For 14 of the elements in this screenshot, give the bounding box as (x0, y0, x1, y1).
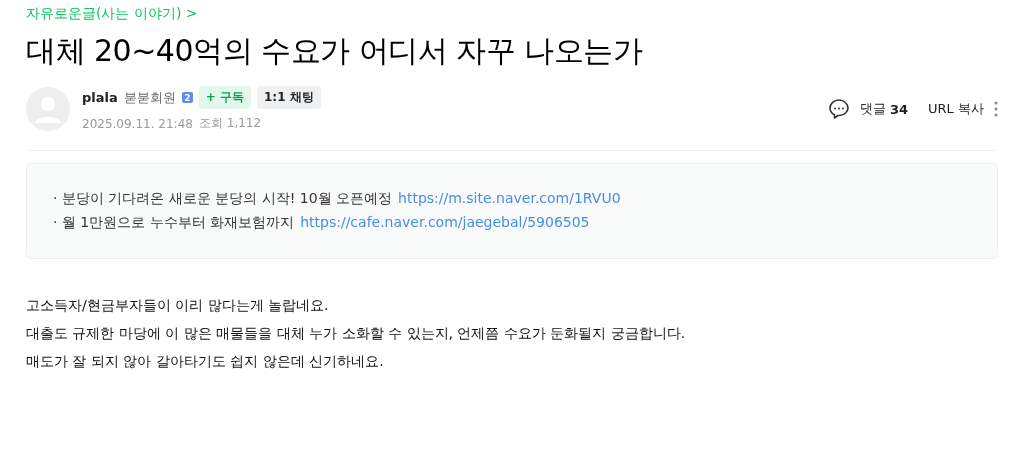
member-grade: 붇붇회원 (123, 88, 176, 107)
post-title: 대체 20~40억의 수요가 어디서 자꾸 나오는가 (26, 32, 644, 70)
level-badge: 2 (181, 92, 193, 103)
body-paragraph: 매도가 잘 되지 않아 갈아타기도 쉽지 않은데 신기하네요. (26, 353, 385, 371)
body-paragraph: 대출도 규제한 마당에 이 많은 매물들을 대체 누가 소화할 수 있는지, 언제쯤 수요가 둔화될지 궁금합니다. (26, 325, 687, 343)
notice-line: · 월 1만원으로 누수부터 화재보험까지 https://cafe.naver.com/jaegebal/5906505 (53, 214, 591, 232)
chat-button[interactable]: 1:1 채팅 (257, 86, 321, 109)
url-copy-link[interactable]: URL 복사 (928, 100, 984, 118)
notice-line: · 분당이 기다려온 새로운 분당의 시작! 10월 오픈예정 https://m.site.naver.com/1RVU0 (53, 190, 622, 208)
view-count: 조회 1,112 (198, 115, 262, 132)
body-paragraph: 고소득자/현금부자들이 이리 많다는게 놀랍네요. (26, 297, 330, 315)
comment-link[interactable]: 댓글 34 (859, 100, 909, 118)
post-date: 2025.09.11. 21:48 (82, 116, 193, 131)
author-name[interactable]: plala (82, 90, 118, 105)
